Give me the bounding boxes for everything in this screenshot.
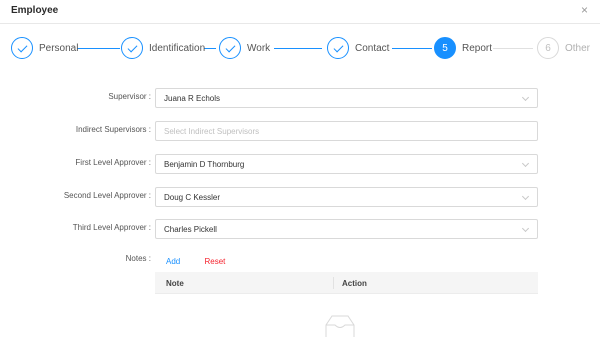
indirect-supervisors-input[interactable]: [164, 127, 529, 136]
supervisor-value: Juana R Echols: [164, 94, 221, 103]
step-personal[interactable]: Personal: [11, 37, 78, 59]
column-divider: [333, 277, 334, 289]
check-icon: [219, 37, 241, 59]
step-connector: [392, 48, 432, 49]
step-report[interactable]: 5 Report: [434, 37, 492, 59]
chevron-down-icon: [521, 224, 530, 233]
step-label: Contact: [355, 42, 390, 54]
column-header-note: Note: [166, 279, 184, 288]
first-approver-label: First Level Approver :: [75, 158, 151, 167]
second-approver-label: Second Level Approver :: [63, 191, 151, 200]
step-label: Identification: [149, 42, 206, 54]
step-contact[interactable]: Contact: [327, 37, 389, 59]
first-approver-select[interactable]: Benjamin D Thornburg: [155, 154, 538, 174]
supervisor-select[interactable]: Juana R Echols: [155, 88, 538, 108]
step-number: 6: [537, 37, 559, 59]
notes-actions: Add Reset: [166, 257, 225, 266]
check-icon: [327, 37, 349, 59]
modal-title: Employee: [11, 5, 59, 16]
step-label: Report: [462, 42, 493, 54]
step-connector: [77, 48, 120, 49]
wizard-steps: Personal Identification Work Contact 5 R…: [0, 37, 600, 61]
step-label: Work: [247, 42, 271, 54]
step-identification[interactable]: Identification: [121, 37, 205, 59]
close-icon[interactable]: ×: [581, 3, 588, 17]
step-connector: [493, 48, 533, 49]
supervisor-row: Supervisor : Juana R Echols: [0, 88, 600, 110]
indirect-supervisors-label: Indirect Supervisors :: [75, 125, 151, 134]
third-approver-value: Charles Pickell: [164, 225, 217, 234]
step-work[interactable]: Work: [219, 37, 270, 59]
empty-data-icon: [325, 315, 355, 337]
indirect-supervisors-field[interactable]: [155, 121, 538, 141]
check-icon: [11, 37, 33, 59]
first-approver-row: First Level Approver : Benjamin D Thornb…: [0, 154, 600, 176]
second-approver-row: Second Level Approver : Doug C Kessler: [0, 187, 600, 209]
employee-modal: Employee × Personal Identification Work …: [0, 0, 600, 337]
step-connector: [274, 48, 322, 49]
notes-label: Notes :: [125, 254, 151, 263]
indirect-supervisors-row: Indirect Supervisors :: [0, 121, 600, 143]
chevron-down-icon: [521, 192, 530, 201]
step-number: 5: [434, 37, 456, 59]
reset-notes-button[interactable]: Reset: [204, 257, 225, 266]
step-label: Other: [565, 42, 591, 54]
second-approver-select[interactable]: Doug C Kessler: [155, 187, 538, 207]
supervisor-label: Supervisor :: [108, 92, 151, 101]
second-approver-value: Doug C Kessler: [164, 193, 221, 202]
step-other[interactable]: 6 Other: [537, 37, 590, 59]
chevron-down-icon: [521, 159, 530, 168]
third-approver-row: Third Level Approver : Charles Pickell: [0, 219, 600, 241]
step-label: Personal: [39, 42, 79, 54]
column-header-action: Action: [342, 279, 367, 288]
add-note-button[interactable]: Add: [166, 257, 180, 266]
first-approver-value: Benjamin D Thornburg: [164, 160, 245, 169]
notes-row: Notes :: [0, 250, 600, 272]
third-approver-label: Third Level Approver :: [72, 223, 151, 232]
modal-header: Employee ×: [0, 0, 600, 24]
third-approver-select[interactable]: Charles Pickell: [155, 219, 538, 239]
chevron-down-icon: [521, 93, 530, 102]
notes-table-header: Note Action: [155, 272, 538, 294]
check-icon: [121, 37, 143, 59]
step-connector: [204, 48, 216, 49]
